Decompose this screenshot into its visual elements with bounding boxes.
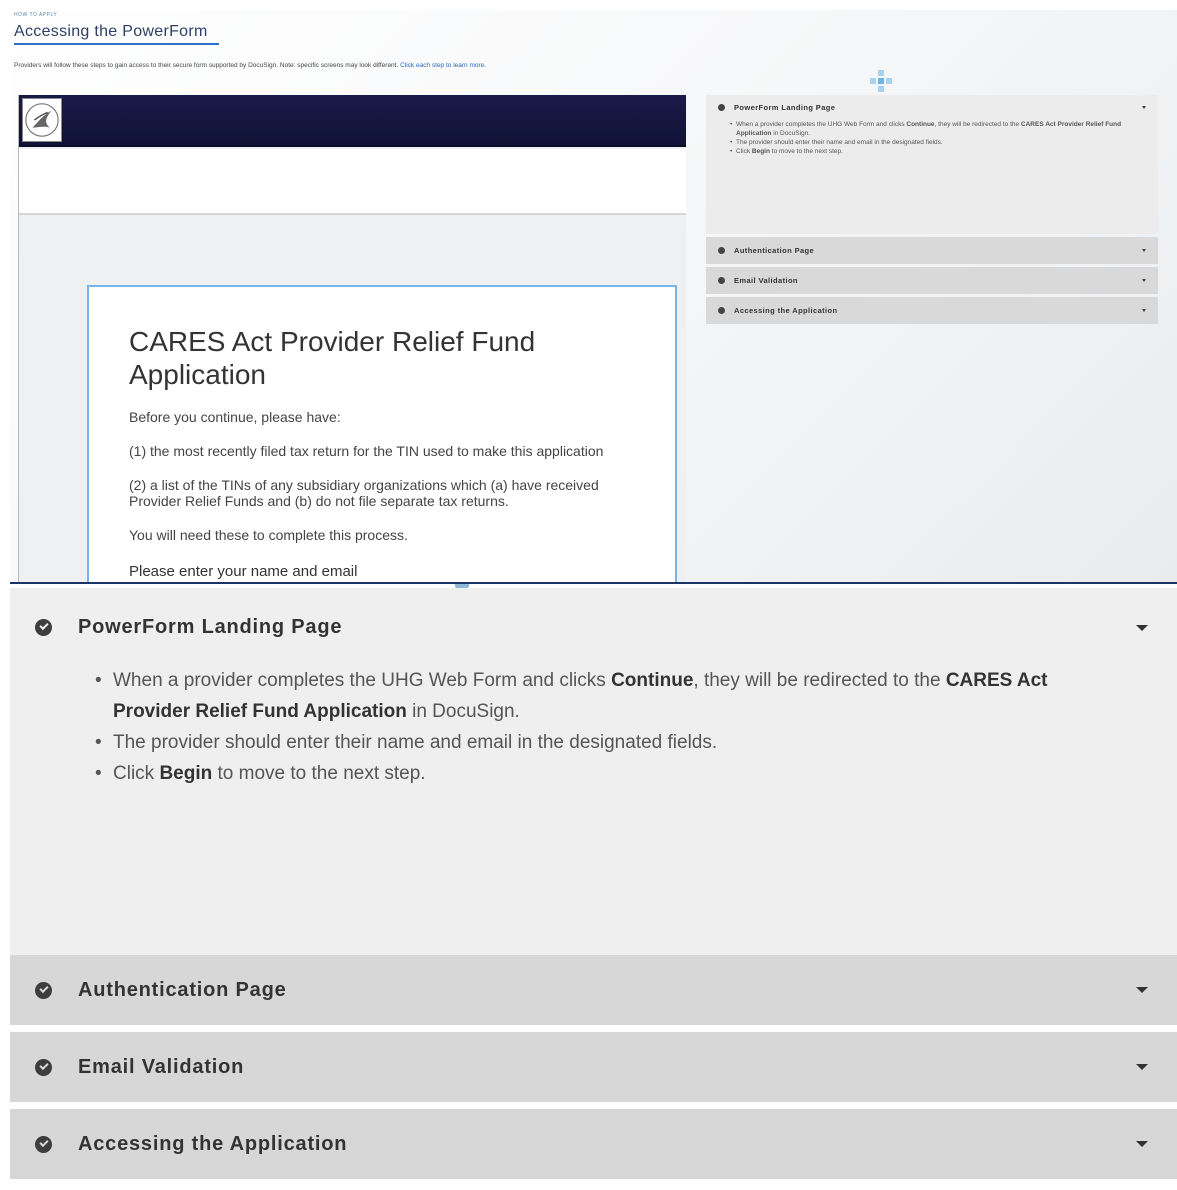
bullet-item: Click Begin to move to the next step. [95,758,1105,789]
caret-down-icon[interactable] [1142,106,1146,109]
docusign-header-bar [19,95,686,147]
accordion-label: Authentication Page [78,978,287,1001]
intro-body: Providers will follow these steps to gai… [14,62,401,69]
eyebrow-label: HOW TO APPLY [14,12,58,18]
accordion-item-accessing-application[interactable]: Accessing the Application [10,1109,1177,1179]
checkmark-circle-icon [35,1135,52,1153]
mini-accordion-header[interactable]: PowerForm Landing Page [718,103,1146,112]
caret-down-icon[interactable] [1136,1064,1148,1070]
caret-down-icon[interactable] [1142,249,1146,252]
checkmark-circle-icon [718,307,725,314]
card-item-1: (1) the most recently filed tax return f… [129,443,604,459]
mini-section-label: Accessing the Application [734,306,838,315]
accordion-item-powerform[interactable]: PowerForm Landing Page When a provider c… [10,588,1177,955]
accordion-label: PowerForm Landing Page [78,616,343,638]
card-title: CARES Act Provider Relief Fund Applicati… [129,326,536,390]
mini-section-label: Authentication Page [734,246,815,255]
intro-text: Providers will follow these steps to gai… [14,62,486,69]
plus-pattern-icon [870,70,892,92]
accordion-label: Email Validation [78,1055,245,1078]
card-item-2: (2) a list of the TINs of any subsidiary… [129,477,599,509]
hhs-seal-icon [22,98,62,142]
mini-section-label: Email Validation [734,276,798,285]
checkmark-circle-icon [718,104,725,111]
mini-accordion-item-email[interactable]: Email Validation [706,267,1158,294]
docusign-subheader [19,149,686,215]
card-before-text: Before you continue, please have: [129,409,341,425]
accordion: PowerForm Landing Page When a provider c… [10,588,1177,1179]
checkmark-circle-icon [35,1058,52,1076]
bullet-item: The provider should enter their name and… [95,727,1105,758]
caret-down-icon[interactable] [1142,309,1146,312]
section-divider [10,582,1177,584]
mini-accordion-open-panel[interactable]: PowerForm Landing Page When a provider c… [706,95,1158,234]
accordion-label: Accessing the Application [78,1132,348,1155]
application-card: CARES Act Provider Relief Fund Applicati… [87,285,677,582]
accordion-item-email-validation[interactable]: Email Validation [10,1032,1177,1102]
mini-bullet: When a provider completes the UHG Web Fo… [730,120,1146,138]
top-screenshot: HOW TO APPLY Accessing the PowerForm Pro… [10,10,1177,582]
mini-accordion: PowerForm Landing Page When a provider c… [706,95,1158,324]
caret-down-icon[interactable] [1136,1141,1148,1147]
accordion-bullet-list: When a provider completes the UHG Web Fo… [95,665,1105,789]
checkmark-circle-icon [35,981,52,999]
checkmark-circle-icon [718,277,725,284]
mini-bullet: The provider should enter their name and… [730,138,1146,147]
caret-down-icon[interactable] [1142,279,1146,282]
mini-bullet-list: When a provider completes the UHG Web Fo… [730,120,1146,156]
accordion-header[interactable]: PowerForm Landing Page [35,616,1152,639]
caret-down-icon[interactable] [1136,987,1148,993]
checkmark-circle-icon [35,619,52,636]
bullet-item: When a provider completes the UHG Web Fo… [95,665,1105,727]
mini-accordion-item-application[interactable]: Accessing the Application [706,297,1158,324]
accordion-item-authentication[interactable]: Authentication Page [10,955,1177,1025]
docusign-screen-preview: CARES Act Provider Relief Fund Applicati… [18,95,686,582]
card-enter-text: Please enter your name and email [129,563,358,580]
mini-bullet: Click Begin to move to the next step. [730,147,1146,156]
mini-section-label: PowerForm Landing Page [734,103,836,112]
intro-link[interactable]: Click each step to learn more. [400,62,486,69]
caret-down-icon[interactable] [1136,624,1148,631]
checkmark-circle-icon [718,247,725,254]
mini-accordion-item-authentication[interactable]: Authentication Page [706,237,1158,264]
card-need-text: You will need these to complete this pro… [129,527,408,543]
title-underline [14,43,219,45]
page-title: Accessing the PowerForm [14,23,208,40]
